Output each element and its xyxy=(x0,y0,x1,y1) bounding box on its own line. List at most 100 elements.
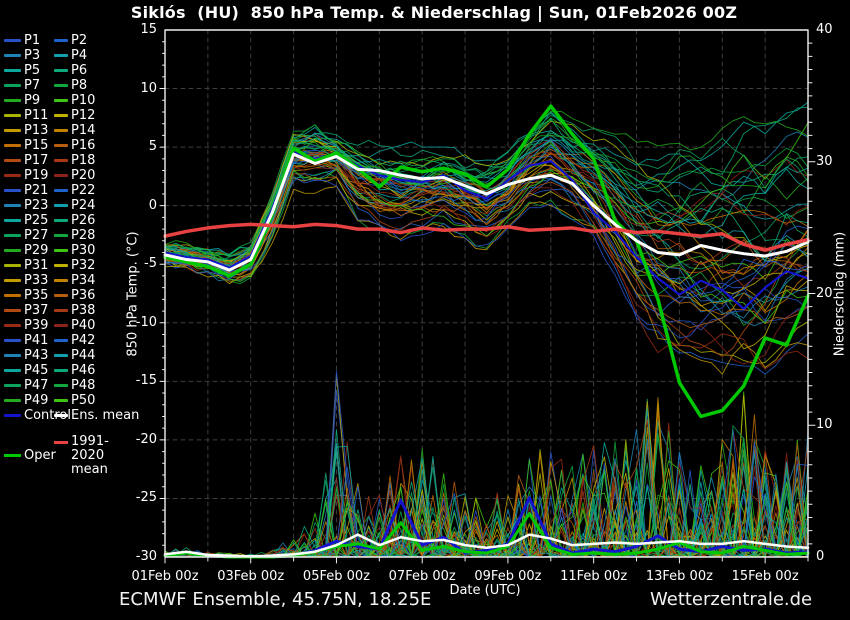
legend-item-p44-swatch xyxy=(54,354,68,357)
legend-item-p18-label: P18 xyxy=(71,153,95,168)
legend-item-p13-swatch xyxy=(4,129,21,132)
legend-item-p31-swatch xyxy=(4,264,21,267)
legend-row: P49 P50 xyxy=(2,393,134,408)
legend-item-p2-swatch xyxy=(54,39,68,42)
legend-item-p6-label: P6 xyxy=(71,63,87,78)
legend-item-climate-mean-swatch xyxy=(54,441,68,444)
legend-item-p38-swatch xyxy=(54,309,68,312)
legend-item-p21-label: P21 xyxy=(24,183,48,198)
legend-item-p41-swatch xyxy=(4,339,21,342)
legend-item-p8-label: P8 xyxy=(71,78,87,93)
legend-item-p32-swatch xyxy=(54,264,68,267)
footer-model-info: ECMWF Ensemble, 45.75N, 18.25E xyxy=(119,589,431,610)
x-axis-label: Date (UTC) xyxy=(449,583,520,598)
legend-item-p5-swatch xyxy=(4,69,21,72)
legend-item-p10-label: P10 xyxy=(71,93,95,108)
legend-item-p49-label: P49 xyxy=(24,393,48,408)
legend-item-p22-swatch xyxy=(54,189,68,192)
legend-item-p9-label: P9 xyxy=(24,93,40,108)
legend-item-p19-label: P19 xyxy=(24,168,48,183)
legend-item-p29-swatch xyxy=(4,249,21,252)
temp-axis-tick-0: 0 xyxy=(113,198,157,214)
legend-item-p37-swatch xyxy=(4,309,21,312)
legend-item-p48-swatch xyxy=(54,384,68,387)
legend-row: P43 P44 xyxy=(2,348,134,363)
legend-item-p47-label: P47 xyxy=(24,378,48,393)
legend-item-p39-label: P39 xyxy=(24,318,48,333)
temp-axis-tick--15: -15 xyxy=(113,373,157,389)
temp-axis-tick--10: -10 xyxy=(113,315,157,331)
legend-row: P13P14 xyxy=(2,123,134,138)
legend-item-p23-label: P23 xyxy=(24,198,48,213)
legend-item-p42-label: P42 xyxy=(71,333,95,348)
legend-item-p27-label: P27 xyxy=(24,228,48,243)
meteogram-canvas xyxy=(155,28,820,568)
legend-item-p27-swatch xyxy=(4,234,21,237)
legend-item-control-swatch xyxy=(4,414,21,417)
legend-item-p47-swatch xyxy=(4,384,21,387)
legend-row: P17P18 xyxy=(2,153,134,168)
date-axis-tick-1: 03Feb 00z xyxy=(206,569,296,585)
legend-item-p35-label: P35 xyxy=(24,288,48,303)
legend-item-p20-label: P20 xyxy=(71,168,95,183)
legend-item-p48-label: P48 xyxy=(71,378,95,393)
legend-item-p28-label: P28 xyxy=(71,228,95,243)
legend-item-p10-swatch xyxy=(54,99,68,102)
legend-item-p42-swatch xyxy=(54,339,68,342)
legend-item-p15-label: P15 xyxy=(24,138,48,153)
temp-axis-tick--25: -25 xyxy=(113,490,157,506)
legend-row: P25P26 xyxy=(2,213,134,228)
date-axis-tick-2: 05Feb 00z xyxy=(291,569,381,585)
legend-item-p24-swatch xyxy=(54,204,68,207)
legend-item-p50-swatch xyxy=(54,399,68,402)
legend-item-p5-label: P5 xyxy=(24,63,40,78)
right-axis-label: Niederschlag (mm) xyxy=(833,231,848,356)
legend-row: ControlEns. mean xyxy=(2,408,134,423)
legend-item-p38-label: P38 xyxy=(71,303,95,318)
legend-item-p28-swatch xyxy=(54,234,68,237)
legend-item-p6-swatch xyxy=(54,69,68,72)
legend-item-p36-label: P36 xyxy=(71,288,95,303)
legend-item-p8-swatch xyxy=(54,84,68,87)
date-axis-tick-5: 11Feb 00z xyxy=(549,569,639,585)
legend-row: P19 P20 xyxy=(2,168,134,183)
legend-item-p4-swatch xyxy=(54,54,68,57)
legend-item-p13-label: P13 xyxy=(24,123,48,138)
legend-item-p1-label: P1 xyxy=(24,33,40,48)
legend-item-p50-label: P50 xyxy=(71,393,95,408)
precip-axis-tick-20: 20 xyxy=(816,286,833,302)
legend-item-p23-swatch xyxy=(4,204,21,207)
legend-item-p43-swatch xyxy=(4,354,21,357)
legend-row: P33P34 xyxy=(2,273,134,288)
chart-title: Siklós (HU) 850 hPa Temp. & Niederschlag… xyxy=(131,3,737,22)
legend-item-p11-label: P11 xyxy=(24,108,48,123)
legend-item-p18-swatch xyxy=(54,159,68,162)
legend-item-p44-label: P44 xyxy=(71,348,95,363)
legend-item-p20-swatch xyxy=(54,174,68,177)
legend-item-p21-swatch xyxy=(4,189,21,192)
legend-item-p43-label: P43 xyxy=(24,348,48,363)
legend-item-p3-label: P3 xyxy=(24,48,40,63)
legend-item-p16-swatch xyxy=(54,144,68,147)
temp-axis-tick-10: 10 xyxy=(113,81,157,97)
legend-item-p25-label: P25 xyxy=(24,213,48,228)
legend-row: P41 P42 xyxy=(2,333,134,348)
legend-row: P27 P28 xyxy=(2,228,134,243)
legend-item-p12-label: P12 xyxy=(71,108,95,123)
legend-item-p3-swatch xyxy=(4,54,21,57)
legend-item-p33-swatch xyxy=(4,279,21,282)
precip-axis-tick-30: 30 xyxy=(816,154,833,170)
legend-item-p30-swatch xyxy=(54,249,68,252)
temp-axis-tick--5: -5 xyxy=(113,256,157,272)
legend-row: P5 P6 xyxy=(2,63,134,78)
legend-item-p16-label: P16 xyxy=(71,138,95,153)
date-axis-tick-6: 13Feb 00z xyxy=(634,569,724,585)
left-axis-label: 850 hPa Temp. (°C) xyxy=(126,231,141,356)
legend-item-p19-swatch xyxy=(4,174,21,177)
legend-item-p34-swatch xyxy=(54,279,68,282)
legend-item-p9-swatch xyxy=(4,99,21,102)
legend-item-p41-label: P41 xyxy=(24,333,48,348)
legend-item-p14-swatch xyxy=(54,129,68,132)
legend-item-p2-label: P2 xyxy=(71,33,87,48)
legend-item-p39-swatch xyxy=(4,324,21,327)
